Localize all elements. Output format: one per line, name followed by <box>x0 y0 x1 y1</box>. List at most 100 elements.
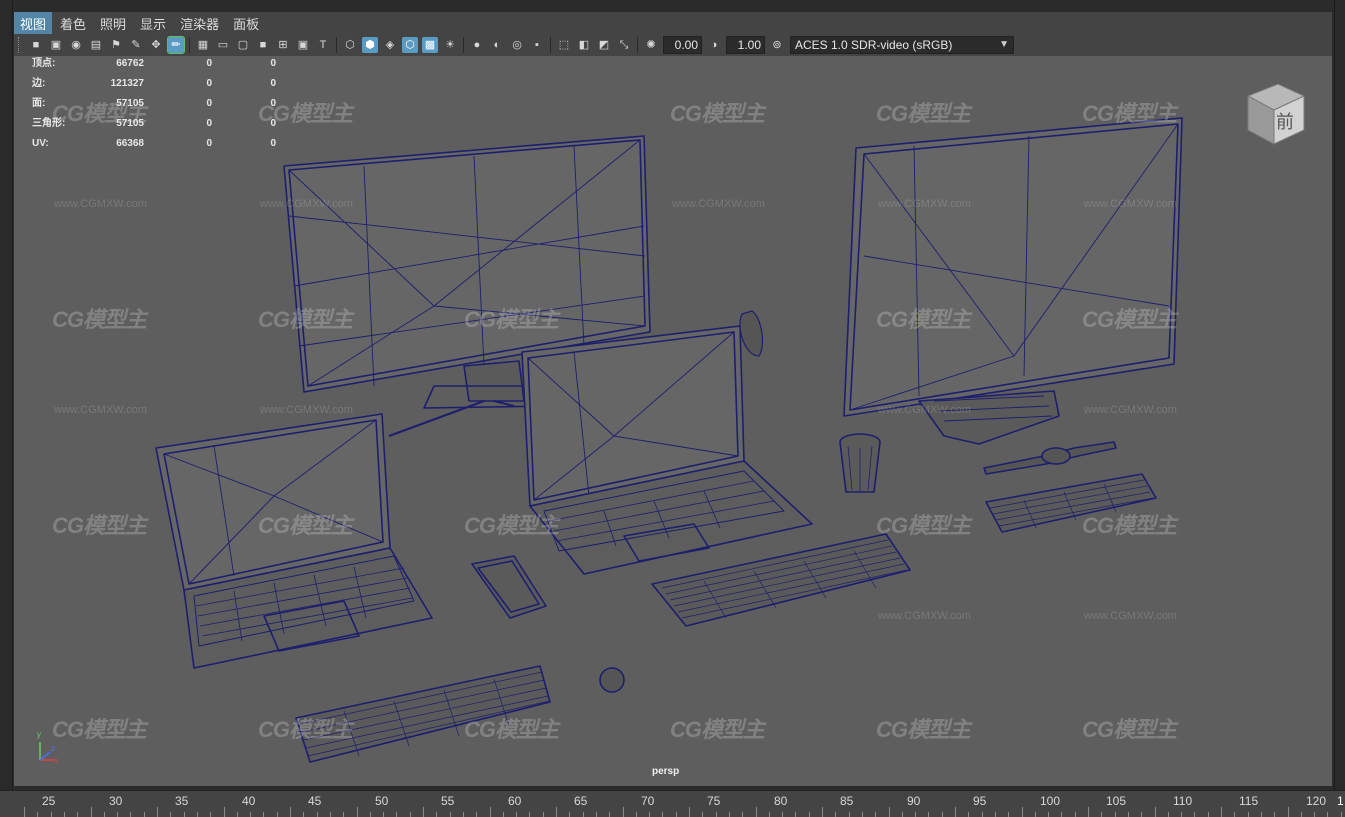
view-transform-dropdown[interactable]: ACES 1.0 SDR-video (sRGB) ▼ <box>790 36 1014 54</box>
hud-value: 0 <box>270 78 276 89</box>
bookmark-icon[interactable]: ⚑ <box>108 37 124 53</box>
toolbar-separator <box>189 37 190 53</box>
watermark-url: www.CGMXW.com <box>878 404 971 416</box>
timeline-minor-tick <box>196 812 198 817</box>
gamma-field[interactable]: 1.00 <box>726 36 765 54</box>
timeline-minor-tick <box>210 812 212 817</box>
smooth-shade-icon[interactable]: ⬢ <box>362 37 378 53</box>
watermark-logo: CG模型主 <box>1082 717 1177 742</box>
wireframe-on-shaded-icon[interactable]: ⬡ <box>402 37 418 53</box>
hud-value: 66368 <box>116 138 144 149</box>
timeline-minor-tick <box>502 812 504 817</box>
timeline-minor-tick <box>117 812 119 817</box>
menu-renderer[interactable]: 渲染器 <box>174 12 225 35</box>
watermark-logo: CG模型主 <box>464 717 559 742</box>
timeline-minor-tick <box>1008 812 1010 817</box>
timeline-tick: 75 <box>707 794 721 808</box>
timeline-minor-tick <box>50 812 52 817</box>
hud-value: 121327 <box>110 78 144 89</box>
timeline-minor-tick <box>170 812 172 817</box>
menu-view[interactable]: 视图 <box>14 11 53 35</box>
menu-show[interactable]: 显示 <box>134 12 172 35</box>
select-camera-icon[interactable]: ■ <box>28 37 44 53</box>
watermark-logo: CG模型主 <box>1082 307 1177 332</box>
resolution-gate-icon[interactable]: ▢ <box>235 37 251 53</box>
hud-row-vertices: 顶点: 66762 0 0 <box>32 56 292 74</box>
timeline-minor-tick <box>1274 812 1276 817</box>
color-management-icon[interactable]: ⊚ <box>769 37 785 53</box>
panel-toolbar: ■ ▣ ◉ ▤ ⚑ ✎ ✥ ✏ ▦ ▭ ▢ ■ ⊞ ▣ T ⬡ ⬢ ◈ ⬡ ▩ … <box>14 34 1332 56</box>
menu-shading[interactable]: 着色 <box>54 12 92 35</box>
timeline-minor-tick <box>662 812 664 817</box>
timeline-tick: 85 <box>840 794 854 808</box>
timeline-minor-tick <box>343 812 345 817</box>
timeline-minor-tick <box>37 812 39 817</box>
timeline-tick: 120 <box>1306 794 1327 808</box>
grid-icon[interactable]: ▦ <box>195 37 211 53</box>
xray-joints-icon[interactable]: ⤡ <box>616 37 632 53</box>
time-slider[interactable]: 25 30 35 40 45 50 55 60 65 70 75 80 85 9… <box>0 790 1345 817</box>
timeline-minor-tick <box>981 812 983 817</box>
timeline-minor-tick <box>569 812 571 817</box>
camera-attributes-icon[interactable]: ▣ <box>48 37 64 53</box>
default-material-icon[interactable]: ◈ <box>382 37 398 53</box>
safe-title-icon[interactable]: T <box>315 37 331 53</box>
xray-active-icon[interactable]: ◩ <box>596 37 612 53</box>
exposure-field[interactable]: 0.00 <box>663 36 702 54</box>
3d-viewport[interactable]: CG模型主 CG模型主 CG模型主 CG模型主 CG模型主 CG模型主 CG模型… <box>14 56 1332 786</box>
pencil-tool-icon[interactable]: ✏ <box>167 36 185 54</box>
anti-aliasing-icon[interactable]: ▪ <box>529 37 545 53</box>
timeline-minor-tick <box>875 812 877 817</box>
lights-icon[interactable]: ☀ <box>442 37 458 53</box>
view-cube-front-label: 前 <box>1276 112 1294 133</box>
toolbar-grip[interactable] <box>18 37 22 53</box>
camera-bookmark-icon[interactable]: ◉ <box>68 37 84 53</box>
timeline-minor-tick <box>542 812 544 817</box>
hud-label: 三角形: <box>32 118 66 129</box>
timeline-minor-tick <box>1340 812 1342 817</box>
timeline-tick: 30 <box>109 794 123 808</box>
gate-mask-icon[interactable]: ■ <box>255 37 271 53</box>
timeline-tick: 40 <box>242 794 256 808</box>
timeline-minor-tick <box>861 812 863 817</box>
mouse-model <box>599 667 625 693</box>
menu-lighting[interactable]: 照明 <box>94 12 132 35</box>
hud-row-edges: 边: 121327 0 0 <box>32 74 292 94</box>
timeline-minor-tick <box>915 812 917 817</box>
watermark-url: www.CGMXW.com <box>260 198 353 210</box>
timeline-tick: 115 <box>1239 794 1259 808</box>
timeline-minor-tick <box>848 812 850 817</box>
cup-model <box>839 433 881 493</box>
field-chart-icon[interactable]: ⊞ <box>275 37 291 53</box>
film-gate-icon[interactable]: ▭ <box>215 37 231 53</box>
timeline-tick: 35 <box>175 794 189 808</box>
screen-space-ao-icon[interactable]: ◐ <box>489 37 505 53</box>
motion-blur-icon[interactable]: ◎ <box>509 37 525 53</box>
timeline-minor-tick <box>462 812 464 817</box>
phone-model <box>471 555 547 619</box>
watermark-url: www.CGMXW.com <box>54 404 147 416</box>
image-plane-icon[interactable]: ▤ <box>88 37 104 53</box>
timeline-minor-tick <box>409 812 411 817</box>
isolate-select-icon[interactable]: ⬚ <box>556 37 572 53</box>
view-cube[interactable]: 前 <box>1242 80 1308 151</box>
timeline-tick: 80 <box>774 794 788 808</box>
gamma-icon[interactable]: ◑ <box>706 37 722 53</box>
timeline-minor-tick <box>702 812 704 817</box>
exposure-icon[interactable]: ✺ <box>643 37 659 53</box>
2d-pan-zoom-icon[interactable]: ✥ <box>148 37 164 53</box>
wireframe-icon[interactable]: ⬡ <box>342 37 358 53</box>
safe-action-icon[interactable]: ▣ <box>295 37 311 53</box>
xray-icon[interactable]: ◧ <box>576 37 592 53</box>
timeline-tick: 110 <box>1173 794 1193 808</box>
textured-icon[interactable]: ▩ <box>422 37 438 53</box>
shadows-icon[interactable]: ● <box>469 37 485 53</box>
axis-y-label: y <box>37 730 41 739</box>
timeline-minor-tick <box>263 812 265 817</box>
watermark-logo: CG模型主 <box>1082 513 1177 538</box>
grease-pencil-icon[interactable]: ✎ <box>128 37 144 53</box>
menu-panels[interactable]: 面板 <box>227 12 265 35</box>
hud-value: 0 <box>270 98 276 109</box>
hud-value: 66762 <box>116 58 144 69</box>
timeline-minor-tick <box>715 812 717 817</box>
